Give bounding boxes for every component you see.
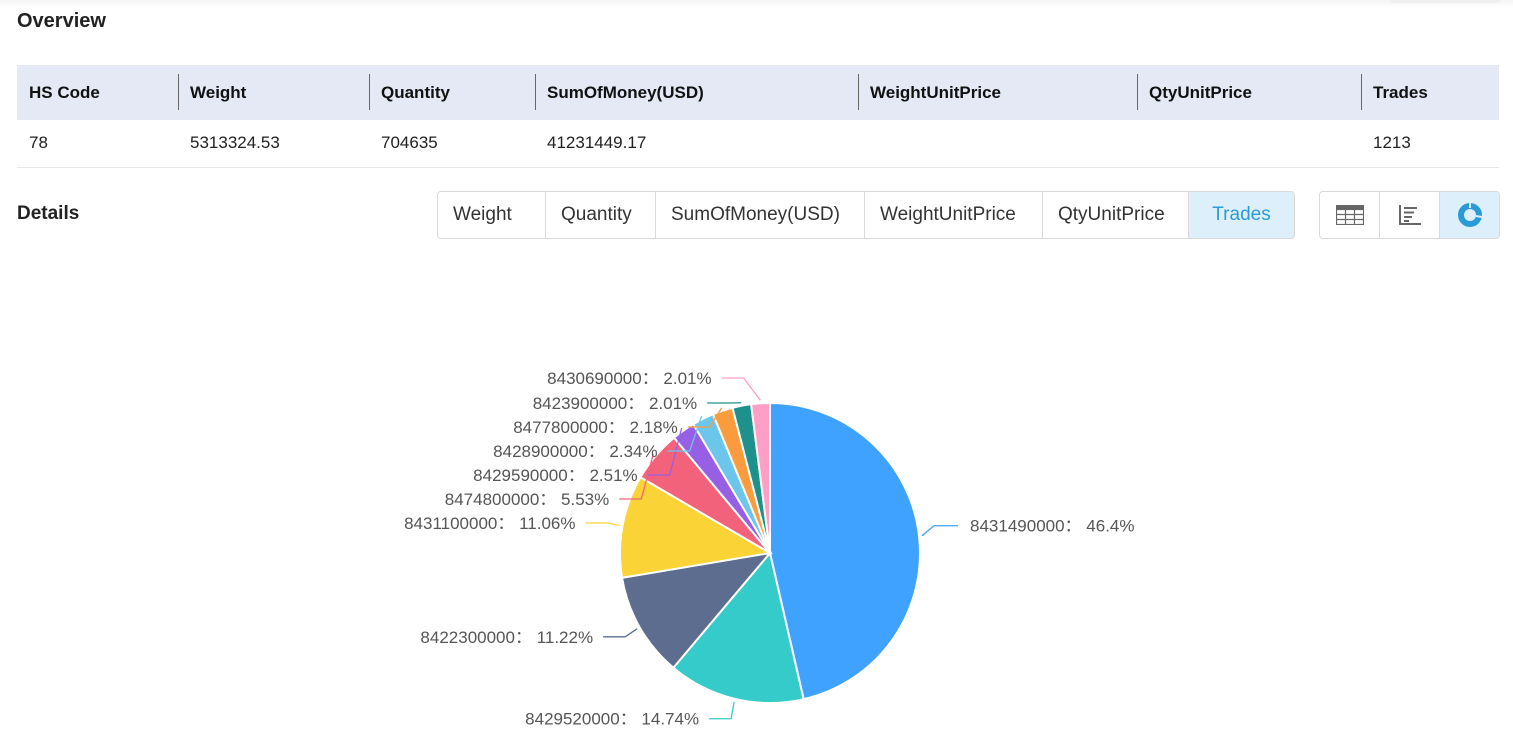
label-line-8429520000 <box>709 701 735 720</box>
cell-quantity: 704635 <box>369 120 535 168</box>
tab-quantity[interactable]: Quantity <box>546 192 656 238</box>
bar-view-button[interactable] <box>1380 192 1440 238</box>
data-label-8422300000: 8422300000： 11.22% <box>420 628 593 647</box>
pie-view-button[interactable] <box>1440 192 1499 238</box>
data-label-8431100000: 8431100000： 11.06% <box>404 514 575 533</box>
data-label-8430690000: 8430690000： 2.01% <box>547 369 711 388</box>
data-label-8431490000: 8431490000： 46.4% <box>970 517 1134 536</box>
pie-chart-icon <box>1457 203 1482 227</box>
details-title: Details <box>17 203 80 224</box>
column-header-quantity: Quantity <box>369 65 535 120</box>
column-label: QtyUnitPrice <box>1149 82 1252 102</box>
column-header-weight: Weight <box>178 65 369 120</box>
column-label: Quantity <box>381 82 450 102</box>
tab-qty-unit-price[interactable]: QtyUnitPrice <box>1043 192 1189 238</box>
column-header-trades: Trades <box>1361 65 1499 120</box>
table-row: 78 5313324.53 704635 41231449.17 1213 <box>17 120 1499 168</box>
overview-header-row: HS Code Weight Quantity SumOfMoney(USD) … <box>17 65 1499 120</box>
column-header-qty-unit-price: QtyUnitPrice <box>1137 65 1361 120</box>
column-header-sum-of-money: SumOfMoney(USD) <box>535 65 858 120</box>
cell-trades: 1213 <box>1361 120 1499 168</box>
column-separator <box>1137 74 1138 110</box>
column-label: SumOfMoney(USD) <box>547 82 704 102</box>
column-separator <box>1361 74 1362 110</box>
column-label: HS Code <box>29 82 100 102</box>
cell-weight: 5313324.53 <box>178 120 369 168</box>
label-line-8431100000 <box>585 522 620 527</box>
column-separator <box>369 74 370 110</box>
column-label: WeightUnitPrice <box>870 82 1001 102</box>
cell-qty-unit-price <box>1137 120 1361 168</box>
label-line-8422300000 <box>603 628 638 638</box>
cell-hs-code: 78 <box>17 120 178 168</box>
tab-weight-unit-price[interactable]: WeightUnitPrice <box>865 192 1043 238</box>
metric-tabs: Weight Quantity SumOfMoney(USD) WeightUn… <box>437 191 1295 239</box>
label-line-8430690000 <box>721 377 761 401</box>
tab-trades[interactable]: Trades <box>1189 192 1294 238</box>
data-label-8423900000: 8423900000： 2.01% <box>533 394 697 413</box>
data-label-8429590000: 8429590000： 2.51% <box>473 466 637 485</box>
view-toggle <box>1319 191 1500 239</box>
data-label-8429520000: 8429520000： 14.74% <box>525 710 699 729</box>
top-shadow <box>0 0 1513 8</box>
column-label: Trades <box>1373 82 1428 102</box>
cell-weight-unit-price <box>858 120 1137 168</box>
column-separator <box>178 74 179 110</box>
column-separator <box>858 74 859 110</box>
table-icon <box>1335 205 1364 225</box>
pie-chart: 8431490000： 46.4% 8429520000： 14.74% 84223… <box>404 369 1134 729</box>
data-label-8477800000: 8477800000： 2.18% <box>513 418 677 437</box>
cell-sum-of-money: 41231449.17 <box>535 120 858 168</box>
column-header-hs-code: HS Code <box>17 65 178 120</box>
column-label: Weight <box>190 82 247 102</box>
column-header-weight-unit-price: WeightUnitPrice <box>858 65 1137 120</box>
label-line-8431490000 <box>921 525 959 537</box>
column-separator <box>535 74 536 110</box>
data-label-8474800000: 8474800000： 5.53% <box>445 490 609 509</box>
tab-weight[interactable]: Weight <box>438 192 546 238</box>
overview-title: Overview <box>17 10 106 32</box>
bar-chart-icon <box>1398 205 1421 225</box>
top-bar-handle <box>1390 0 1500 3</box>
overview-table: HS Code Weight Quantity SumOfMoney(USD) … <box>17 65 1499 168</box>
tab-sum-of-money[interactable]: SumOfMoney(USD) <box>656 192 865 238</box>
table-view-button[interactable] <box>1320 192 1380 238</box>
data-label-8428900000: 8428900000： 2.34% <box>493 442 657 461</box>
